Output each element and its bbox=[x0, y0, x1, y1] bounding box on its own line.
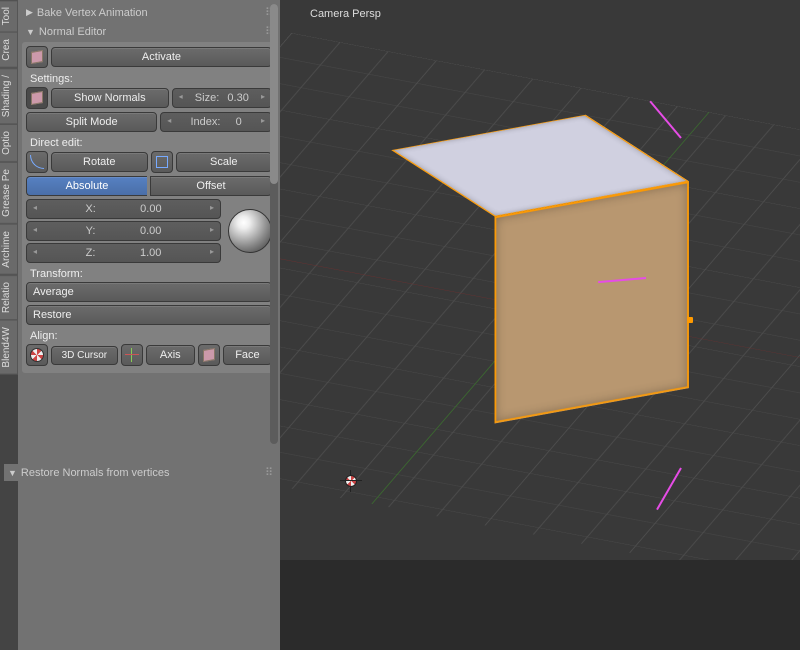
transform-label: Transform: bbox=[26, 266, 272, 282]
rotate-icon[interactable] bbox=[26, 151, 48, 173]
scale-icon[interactable] bbox=[151, 151, 173, 173]
panel-title: Bake Vertex Animation bbox=[37, 7, 148, 19]
chevron-down-icon: ▼ bbox=[8, 468, 17, 478]
viewport-3d[interactable]: Camera Persp bbox=[280, 0, 800, 560]
vtab[interactable]: Archime bbox=[0, 224, 18, 275]
align-axis-button[interactable]: Axis bbox=[146, 345, 195, 365]
settings-label: Settings: bbox=[26, 71, 272, 87]
absolute-toggle[interactable]: Absolute bbox=[26, 176, 147, 196]
panel-title: Restore Normals from vertices bbox=[21, 467, 170, 479]
restore-normals-header[interactable]: ▼ Restore Normals from vertices ⠿ bbox=[4, 464, 276, 481]
normal-editor-panel: ▼ Normal Editor ⠿ Activate Settings: Sho… bbox=[22, 23, 276, 373]
scale-button[interactable]: Scale bbox=[176, 152, 273, 172]
tool-panel: ▶ Bake Vertex Animation ⠿ ▼ Normal Edito… bbox=[18, 0, 280, 650]
show-normals-button[interactable]: Show Normals bbox=[51, 88, 169, 108]
align-label: Align: bbox=[26, 328, 272, 344]
x-field[interactable]: X:0.00 bbox=[26, 199, 221, 219]
index-field[interactable]: Index: 0 bbox=[160, 112, 272, 132]
toolshelf-tabs: Tool Crea Shading / Optio Grease Pe Arch… bbox=[0, 0, 18, 460]
viewport-label: Camera Persp bbox=[310, 8, 381, 20]
axis-icon[interactable] bbox=[121, 344, 143, 366]
bake-panel-header[interactable]: ▶ Bake Vertex Animation ⠿ bbox=[22, 4, 276, 21]
panel-title: Normal Editor bbox=[39, 26, 106, 38]
z-field[interactable]: Z:1.00 bbox=[26, 243, 221, 263]
vtab[interactable]: Grease Pe bbox=[0, 162, 18, 224]
vtab[interactable]: Optio bbox=[0, 124, 18, 162]
cursor3d-viewport-icon bbox=[340, 470, 362, 492]
normal-sphere-widget[interactable] bbox=[228, 209, 272, 253]
vtab[interactable]: Relatio bbox=[0, 275, 18, 320]
align-3dcursor-button[interactable]: 3D Cursor bbox=[51, 346, 118, 365]
mesh-cube bbox=[443, 148, 637, 390]
y-field[interactable]: Y:0.00 bbox=[26, 221, 221, 241]
restore-button[interactable]: Restore bbox=[26, 305, 272, 325]
direct-edit-label: Direct edit: bbox=[26, 135, 272, 151]
vtab[interactable]: Crea bbox=[0, 32, 18, 68]
chevron-right-icon: ▶ bbox=[26, 7, 33, 18]
size-field[interactable]: Size: 0.30 bbox=[172, 88, 272, 108]
vtab[interactable]: Blend4W bbox=[0, 320, 18, 375]
cube-icon[interactable] bbox=[26, 87, 48, 109]
average-button[interactable]: Average bbox=[26, 282, 272, 302]
cursor3d-icon[interactable] bbox=[26, 344, 48, 366]
align-face-button[interactable]: Face bbox=[223, 345, 272, 365]
panel-scrollbar[interactable] bbox=[270, 4, 278, 444]
viewport-header-region[interactable] bbox=[280, 560, 800, 650]
activate-button[interactable]: Activate bbox=[51, 47, 272, 67]
grip-icon: ⠿ bbox=[265, 466, 272, 479]
normal-panel-header[interactable]: ▼ Normal Editor ⠿ bbox=[22, 23, 276, 40]
split-mode-button[interactable]: Split Mode bbox=[26, 112, 157, 132]
rotate-button[interactable]: Rotate bbox=[51, 152, 148, 172]
vtab[interactable]: Tool bbox=[0, 0, 18, 32]
operator-panel: ▼ Restore Normals from vertices ⠿ bbox=[0, 460, 280, 485]
face-icon[interactable] bbox=[198, 344, 220, 366]
offset-toggle[interactable]: Offset bbox=[150, 176, 272, 196]
vtab[interactable]: Shading / bbox=[0, 68, 18, 124]
cube-icon[interactable] bbox=[26, 46, 48, 68]
chevron-down-icon: ▼ bbox=[26, 27, 35, 37]
bake-panel: ▶ Bake Vertex Animation ⠿ bbox=[22, 4, 276, 21]
vertex-icon bbox=[687, 317, 693, 323]
